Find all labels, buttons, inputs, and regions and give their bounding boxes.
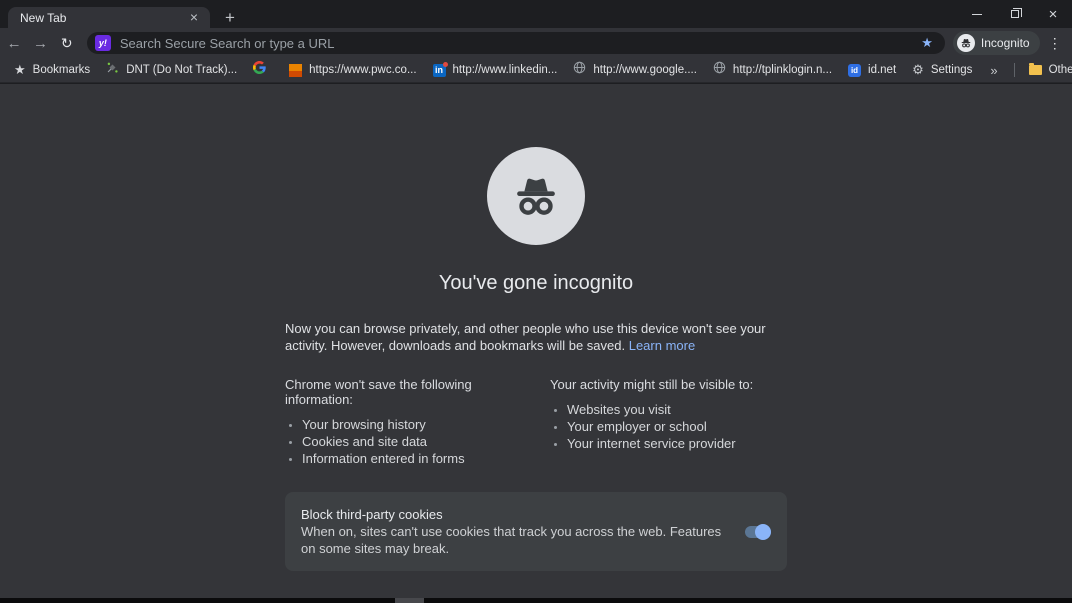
restore-button[interactable] — [996, 0, 1034, 28]
bookmark-settings[interactable]: ⚙ Settings — [904, 60, 980, 80]
bookmark-bookmarks[interactable]: ★ Bookmarks — [6, 60, 98, 80]
cookie-card-title: Block third-party cookies — [301, 506, 729, 523]
bookmark-star-icon[interactable]: ★ — [921, 35, 933, 51]
globe-icon — [573, 61, 586, 79]
gear-icon: ⚙ — [912, 62, 924, 78]
intro-paragraph: Now you can browse privately, and other … — [285, 320, 787, 354]
bookmark-tplink[interactable]: http://tplinklogin.n... — [705, 60, 840, 80]
tab-strip: New Tab × + × — [0, 0, 1072, 28]
tab-title: New Tab — [20, 11, 186, 25]
bookmark-dnt[interactable]: DNT (Do Not Track)... — [98, 60, 245, 80]
back-button[interactable]: ← — [2, 30, 26, 56]
bookmark-google[interactable] — [245, 60, 281, 80]
block-cookies-toggle[interactable] — [745, 526, 771, 538]
incognito-profile-button[interactable]: Incognito — [953, 31, 1040, 55]
address-bar[interactable]: y! Search Secure Search or type a URL ★ — [87, 32, 945, 54]
restore-icon — [1011, 10, 1019, 18]
list-item: Your employer or school — [567, 418, 787, 435]
cookie-card-description: When on, sites can't use cookies that tr… — [301, 523, 729, 557]
list-item: Your internet service provider — [567, 435, 787, 452]
tab-new-tab[interactable]: New Tab × — [8, 7, 210, 28]
pwc-favicon — [289, 64, 302, 77]
new-tab-button[interactable]: + — [218, 6, 242, 30]
globe-icon — [713, 61, 726, 79]
visible-to-column: Your activity might still be visible to:… — [550, 377, 787, 467]
star-icon: ★ — [14, 62, 26, 78]
google-g-icon — [253, 61, 266, 79]
incognito-logo-icon — [487, 147, 585, 245]
page-title: You've gone incognito — [285, 272, 787, 295]
window-controls: × — [958, 0, 1072, 28]
other-bookmarks-button[interactable]: Other bookmarks — [1021, 60, 1072, 80]
menu-icon[interactable]: ⋮ — [1044, 31, 1066, 55]
tab-close-icon[interactable]: × — [186, 10, 202, 26]
block-cookies-card: Block third-party cookies When on, sites… — [285, 492, 787, 571]
incognito-ntp: You've gone incognito Now you can browse… — [0, 84, 1072, 598]
info-columns: Chrome won't save the following informat… — [285, 377, 787, 467]
list-item: Websites you visit — [567, 401, 787, 418]
reload-button[interactable]: ↻ — [55, 30, 79, 56]
toolbar: ← → ↻ y! Search Secure Search or type a … — [0, 28, 1072, 58]
wont-save-column: Chrome won't save the following informat… — [285, 377, 522, 467]
toggle-knob — [755, 524, 771, 540]
secure-search-icon: y! — [95, 35, 111, 51]
bookmarks-divider — [1014, 63, 1015, 77]
bookmark-idnet[interactable]: id id.net — [840, 60, 904, 80]
bookmark-pwc[interactable]: https://www.pwc.co... — [281, 60, 424, 80]
dnt-icon — [106, 61, 119, 79]
minimize-icon — [972, 14, 982, 15]
minimize-button[interactable] — [958, 0, 996, 28]
folder-icon — [1029, 65, 1042, 75]
forward-button[interactable]: → — [28, 30, 52, 56]
bookmark-linkedin[interactable]: in http://www.linkedin... — [425, 60, 566, 80]
bottom-edge — [0, 598, 1072, 603]
address-placeholder: Search Secure Search or type a URL — [120, 36, 921, 51]
list-item: Your browsing history — [302, 416, 522, 433]
list-item: Cookies and site data — [302, 433, 522, 450]
profile-label: Incognito — [981, 36, 1030, 50]
incognito-avatar-icon — [957, 34, 975, 52]
linkedin-icon: in — [433, 64, 446, 77]
visible-to-header: Your activity might still be visible to: — [550, 377, 787, 392]
bookmarks-bar-right: » Other bookmarks — [980, 60, 1072, 80]
close-window-button[interactable]: × — [1034, 0, 1072, 28]
learn-more-link[interactable]: Learn more — [629, 338, 695, 353]
bottom-edge-notch — [395, 598, 424, 603]
bookmarks-bar: ★ Bookmarks DNT (Do Not Track)... https: — [0, 58, 1072, 83]
bookmark-google-url[interactable]: http://www.google.... — [565, 60, 705, 80]
idnet-icon: id — [848, 64, 861, 77]
wont-save-header: Chrome won't save the following informat… — [285, 377, 522, 407]
bookmarks-overflow-chevron[interactable]: » — [980, 63, 1007, 78]
list-item: Information entered in forms — [302, 450, 522, 467]
